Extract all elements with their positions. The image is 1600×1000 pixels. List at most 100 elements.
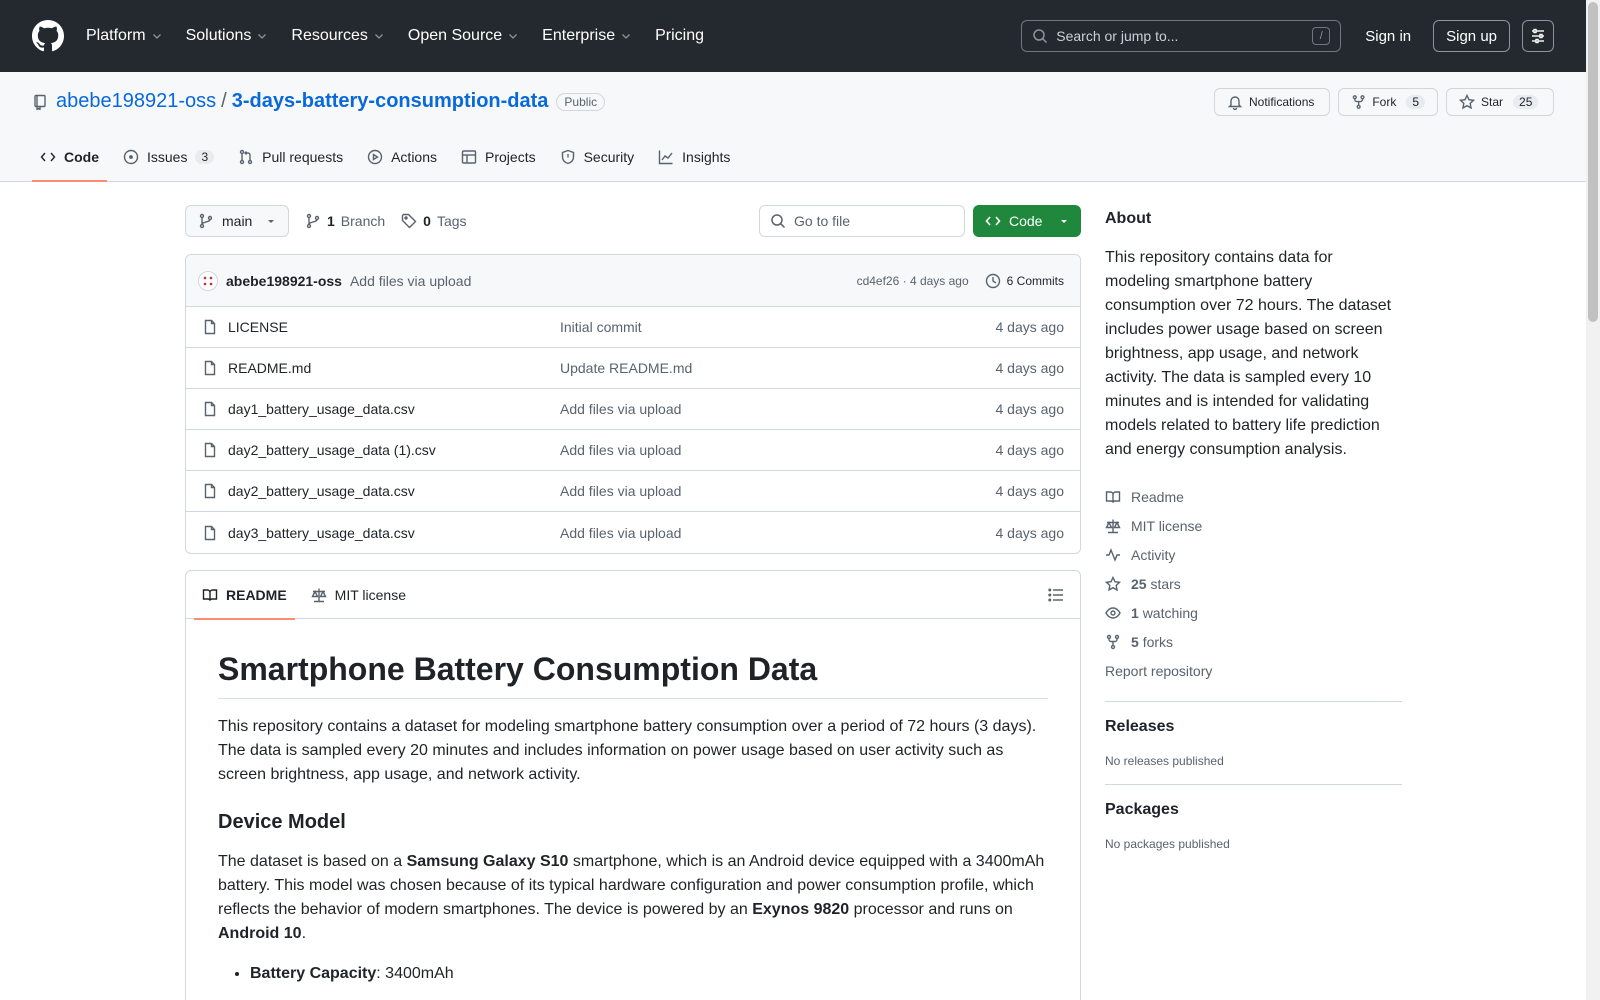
- tab-label: Security: [583, 149, 635, 165]
- file-commit-link[interactable]: Initial commit: [560, 319, 996, 335]
- releases-heading[interactable]: Releases: [1105, 718, 1402, 736]
- tab-insights[interactable]: Insights: [650, 133, 738, 181]
- about-description: This repository contains data for modeli…: [1105, 249, 1392, 458]
- readme-link[interactable]: Readme: [1105, 482, 1402, 511]
- tab-actions[interactable]: Actions: [359, 133, 445, 181]
- topnav-item-resources[interactable]: Resources: [291, 27, 383, 45]
- commit-hash-link[interactable]: cd4ef26 · 4 days ago: [857, 274, 969, 288]
- topnav-item-pricing[interactable]: Pricing: [655, 27, 704, 45]
- avatar[interactable]: [198, 270, 218, 291]
- global-header: Platform Solutions Resources Open Source Ent…: [0, 0, 1600, 72]
- table-row: LICENSE Initial commit 4 days ago: [186, 307, 1080, 348]
- repo-name-link[interactable]: 3-days-battery-consumption-data: [232, 90, 549, 113]
- chevron-down-icon: [258, 34, 267, 39]
- repo-header: abebe198921-oss / 3-days-battery-consump…: [0, 72, 1600, 182]
- file-icon: [204, 401, 216, 417]
- tab-readme[interactable]: README: [194, 571, 295, 620]
- forks-label: forks: [1142, 633, 1174, 650]
- file-commit-link[interactable]: Add files via upload: [560, 401, 996, 417]
- code-icon: [985, 216, 1001, 226]
- tab-license[interactable]: MIT license: [303, 571, 414, 619]
- readme-device-paragraph: The dataset is based on a Samsung Galaxy…: [218, 850, 1048, 946]
- go-to-file-input[interactable]: Go to file: [759, 205, 965, 237]
- star-button[interactable]: Star 25: [1446, 88, 1554, 116]
- visibility-badge: Public: [556, 92, 606, 111]
- commits-count: 6 Commits: [1006, 273, 1064, 288]
- file-name-link[interactable]: day2_battery_usage_data.csv: [228, 483, 560, 499]
- sidebar-divider: [1105, 701, 1402, 702]
- branch-count: 1: [327, 213, 335, 229]
- topnav-item-enterprise[interactable]: Enterprise: [542, 27, 631, 45]
- packages-empty-text: No packages published: [1105, 837, 1230, 851]
- file-age: 4 days ago: [995, 319, 1065, 335]
- tab-counter: 3: [195, 150, 215, 164]
- file-commit-link[interactable]: Add files via upload: [560, 483, 996, 499]
- search-icon: [771, 214, 786, 229]
- file-name-link[interactable]: README.md: [228, 360, 560, 376]
- readme-title: Smartphone Battery Consumption Data: [218, 651, 1048, 699]
- tab-projects[interactable]: Projects: [453, 133, 544, 181]
- topnav-label: Enterprise: [542, 27, 616, 44]
- packages-heading[interactable]: Packages: [1105, 801, 1402, 819]
- pulse-icon: [1106, 547, 1120, 562]
- scrollbar-thumb[interactable]: [1588, 2, 1598, 322]
- forks-link[interactable]: 5 forks: [1105, 627, 1402, 656]
- file-name-link[interactable]: day3_battery_usage_data.csv: [228, 525, 560, 541]
- tab-code[interactable]: Code: [32, 133, 107, 182]
- sign-up-button[interactable]: Sign up: [1433, 20, 1510, 52]
- caret-down-icon: [268, 220, 274, 223]
- tab-issues[interactable]: Issues 3: [115, 133, 222, 181]
- tab-label: Code: [64, 149, 99, 165]
- file-commit-link[interactable]: Update README.md: [560, 360, 996, 376]
- commit-message-link[interactable]: Add files via upload: [350, 273, 471, 289]
- branches-link[interactable]: 1 Branch: [305, 213, 385, 229]
- commits-history-link[interactable]: 6 Commits: [985, 273, 1064, 289]
- file-name-link[interactable]: LICENSE: [228, 319, 560, 335]
- file-navigation: main 1 Branch 0 Tags Go to file Code: [185, 204, 1081, 238]
- file-name-link[interactable]: day2_battery_usage_data (1).csv: [228, 442, 560, 458]
- tags-link[interactable]: 0 Tags: [401, 213, 467, 229]
- device-text-1: The dataset is based on a: [218, 853, 407, 870]
- activity-link[interactable]: Activity: [1105, 540, 1402, 569]
- file-name-link[interactable]: day1_battery_usage_data.csv: [228, 401, 560, 417]
- watching-link[interactable]: 1 watching: [1105, 598, 1402, 627]
- report-repository-link[interactable]: Report repository: [1105, 656, 1402, 685]
- topnav-label: Solutions: [185, 27, 252, 44]
- file-commit-link[interactable]: Add files via upload: [560, 442, 996, 458]
- repo-owner-link[interactable]: abebe198921-oss: [56, 90, 216, 113]
- releases-empty-text: No releases published: [1105, 754, 1224, 768]
- readme-device-heading: Device Model: [218, 811, 346, 833]
- file-list: LICENSE Initial commit 4 days ago README.md…: [186, 307, 1080, 553]
- commit-author-link[interactable]: abebe198921-oss: [226, 273, 342, 289]
- sign-in-link[interactable]: Sign in: [1365, 28, 1411, 45]
- stars-link[interactable]: 25 stars: [1105, 569, 1402, 598]
- topnav-item-solutions[interactable]: Solutions: [186, 27, 268, 45]
- topnav-item-platform[interactable]: Platform: [86, 27, 162, 45]
- tab-label: Projects: [485, 149, 536, 165]
- fork-count: 5: [1406, 95, 1425, 109]
- forks-text: 5 forks: [1131, 634, 1173, 650]
- pull-request-icon: [239, 149, 253, 165]
- tab-pull-requests[interactable]: Pull requests: [230, 133, 351, 181]
- header-right: Search or jump to... / Sign in Sign up: [1021, 20, 1554, 52]
- star-icon: [1105, 575, 1121, 591]
- chevron-down-icon: [622, 34, 631, 39]
- topnav-item-open-source[interactable]: Open Source: [408, 27, 518, 45]
- notifications-button[interactable]: Notifications: [1214, 88, 1330, 116]
- page-scrollbar[interactable]: [1586, 0, 1600, 1000]
- fork-button[interactable]: Fork 5: [1338, 88, 1438, 116]
- top-nav: Platform Solutions Resources Open Source Ent…: [86, 27, 728, 45]
- branch-select-button[interactable]: main: [185, 205, 289, 237]
- tab-security[interactable]: Security: [552, 133, 643, 181]
- global-search-input[interactable]: Search or jump to... /: [1021, 20, 1342, 52]
- tab-label: Issues: [147, 149, 188, 165]
- license-link[interactable]: MIT license: [1105, 511, 1402, 540]
- github-logo-icon[interactable]: [32, 20, 64, 52]
- outline-list-icon[interactable]: [1048, 587, 1064, 603]
- code-dropdown-button[interactable]: Code: [973, 205, 1081, 237]
- file-browser: abebe198921-oss Add files via upload cd4…: [185, 254, 1081, 554]
- header-menu-button[interactable]: [1522, 20, 1554, 52]
- stars-count: 25: [1131, 575, 1147, 592]
- device-processor: Exynos 9820: [752, 901, 850, 918]
- file-commit-link[interactable]: Add files via upload: [560, 525, 996, 541]
